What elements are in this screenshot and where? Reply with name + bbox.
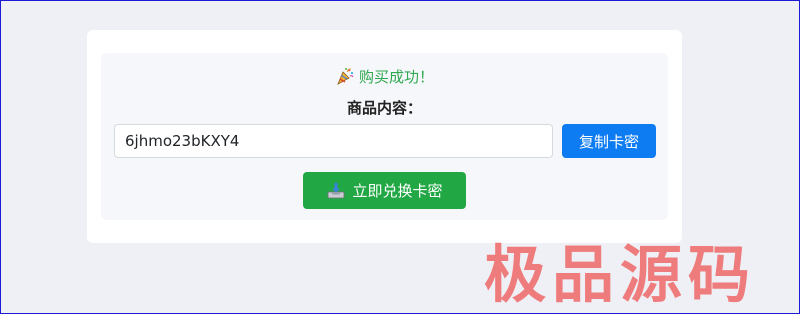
redeem-now-button[interactable]: 立即兑换卡密 — [303, 172, 466, 209]
purchase-result-card: 购买成功！ 商品内容： 复制卡密 立即兑换卡密 — [87, 30, 682, 243]
card-code-field[interactable] — [114, 124, 553, 158]
party-popper-icon — [335, 66, 355, 86]
copy-code-button[interactable]: 复制卡密 — [562, 124, 656, 158]
redeem-label: 立即兑换卡密 — [352, 182, 443, 200]
watermark-text: 极品源码 — [484, 238, 757, 311]
success-text: 购买成功！ — [358, 67, 434, 86]
product-content-title: 商品内容： — [346, 99, 422, 117]
inbox-tray-icon — [326, 182, 346, 200]
result-box: 购买成功！ 商品内容： 复制卡密 立即兑换卡密 — [101, 53, 668, 220]
success-message: 购买成功！ — [101, 64, 668, 88]
